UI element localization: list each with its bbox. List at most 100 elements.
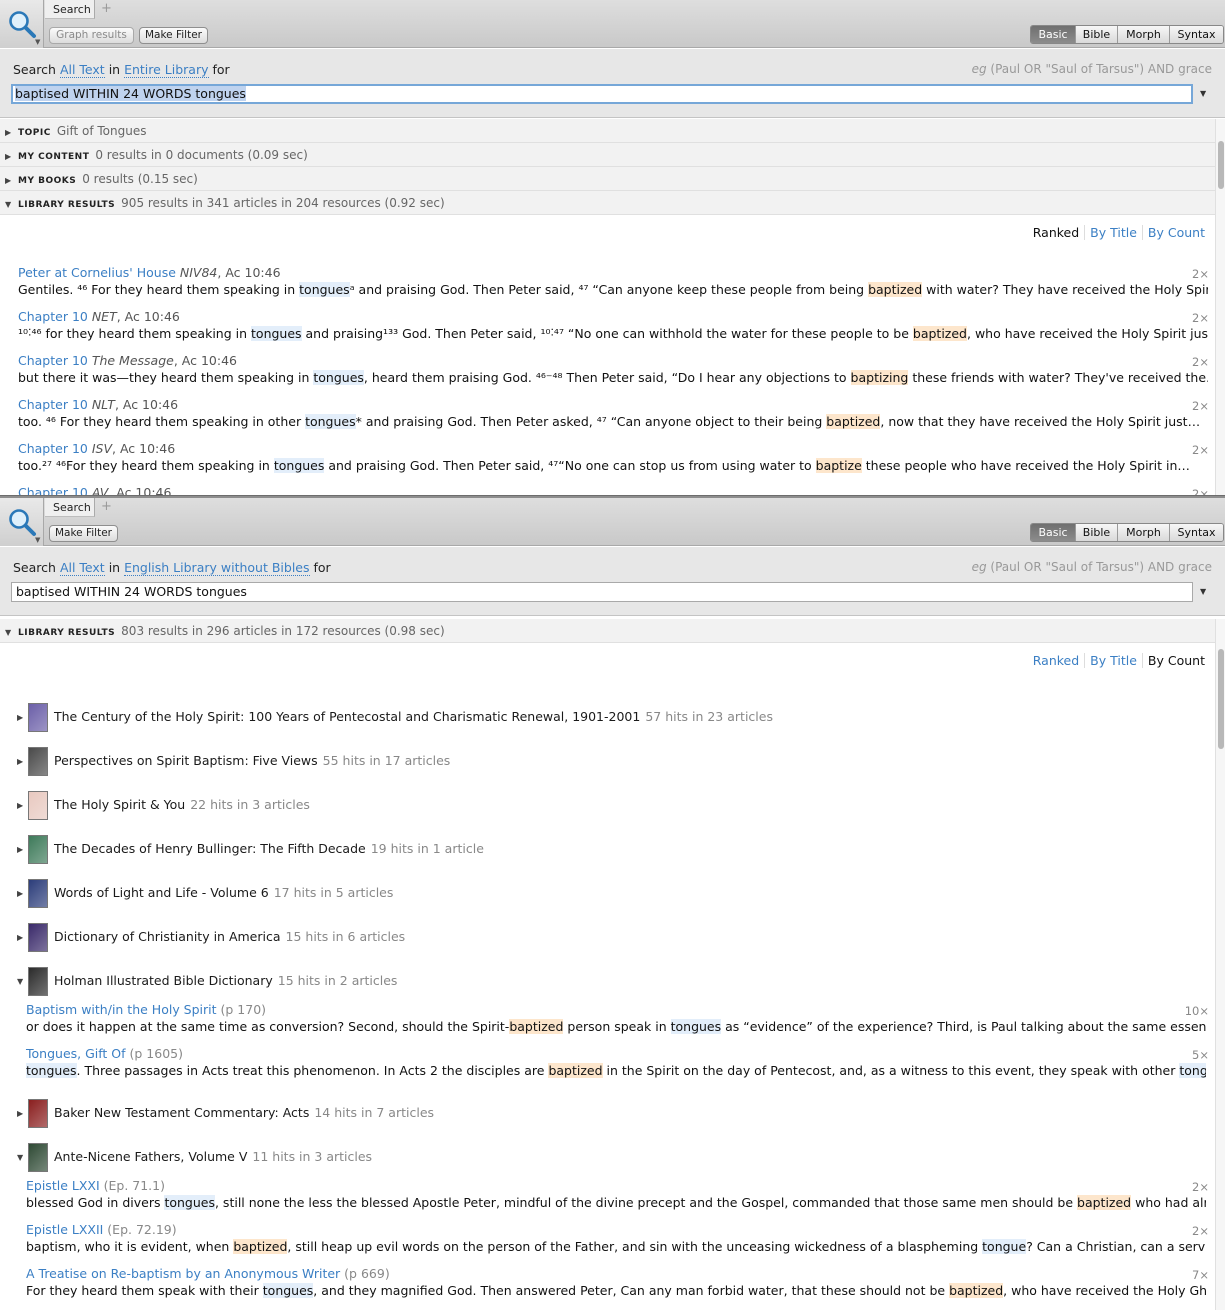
search-input[interactable]: baptised WITHIN 24 WORDS tongues (11, 84, 1193, 104)
result-item[interactable]: Chapter 10 NET, Ac 10:46 ¹⁰˸⁴⁶ for they h… (18, 309, 1208, 341)
book-title[interactable]: Ante-Nicene Fathers, Volume V (54, 1149, 247, 1164)
tab-search[interactable]: Search (45, 498, 95, 517)
article-title-text[interactable]: Epistle LXXI (26, 1178, 104, 1193)
result-item[interactable]: Chapter 10 NLT, Ac 10:46 too. ⁴⁶ For they… (18, 397, 1208, 429)
graph-results-button[interactable]: Graph results (49, 27, 134, 44)
make-filter-button[interactable]: Make Filter (49, 525, 118, 542)
disclosure-right-icon[interactable]: ▶ (17, 1099, 28, 1129)
book-title[interactable]: The Holy Spirit & You (54, 797, 185, 812)
article-title[interactable]: Epistle LXXI (Ep. 71.1) (26, 1178, 1206, 1193)
result-title[interactable]: Chapter 10 The Message, Ac 10:46 (18, 353, 1208, 368)
article-title[interactable]: Epistle LXXII (Ep. 72.19) (26, 1222, 1206, 1237)
scrollbar[interactable] (1215, 119, 1225, 495)
sort-by-title[interactable]: By Title (1084, 653, 1142, 668)
disclosure-down-icon[interactable]: ▼ (17, 967, 28, 997)
scope-selector[interactable]: All Text (59, 560, 105, 576)
mode-bible[interactable]: Bible (1075, 26, 1117, 43)
book-row[interactable]: ▶ Perspectives on Spirit Baptism: Five Vi… (17, 746, 450, 776)
tab-search[interactable]: Search (45, 0, 95, 19)
article-result[interactable]: Epistle LXXI (Ep. 71.1) blessed God in di… (26, 1178, 1206, 1210)
mode-basic[interactable]: Basic (1031, 26, 1075, 43)
book-title[interactable]: Perspectives on Spirit Baptism: Five Vie… (54, 753, 318, 768)
section-my-books[interactable]: ▶ MY BOOKS 0 results (0.15 sec) (0, 167, 1215, 191)
book-title[interactable]: Words of Light and Life - Volume 6 (54, 885, 269, 900)
sort-by-count[interactable]: By Count (1141, 225, 1210, 240)
article-result[interactable]: Baptism with/in the Holy Spirit (p 170) o… (26, 1002, 1206, 1034)
make-filter-button[interactable]: Make Filter (139, 27, 208, 44)
section-my-content[interactable]: ▶ MY CONTENT 0 results in 0 documents (0.0… (0, 143, 1215, 167)
section-library-results[interactable]: ▼ LIBRARY RESULTS 803 results in 296 artic… (0, 619, 1215, 643)
disclosure-right-icon[interactable]: ▶ (17, 703, 28, 733)
book-row[interactable]: ▼ Ante-Nicene Fathers, Volume V 11 hits in… (17, 1142, 372, 1172)
scrollbar[interactable] (1215, 619, 1225, 1310)
section-topic[interactable]: ▶ TOPIC Gift of Tongues (0, 119, 1215, 143)
article-title[interactable]: Tongues, Gift Of (p 1605) (26, 1046, 1206, 1061)
sort-by-title[interactable]: By Title (1084, 225, 1142, 240)
scrollbar-thumb[interactable] (1218, 649, 1224, 749)
disclosure-right-icon[interactable]: ▶ (17, 835, 28, 865)
result-title[interactable]: Peter at Cornelius' House NIV84, Ac 10:4… (18, 265, 1208, 280)
result-title-text[interactable]: Chapter 10 (18, 309, 92, 324)
result-item[interactable]: Chapter 10 The Message, Ac 10:46 but ther… (18, 353, 1208, 385)
book-hits: 11 hits in 3 articles (252, 1149, 373, 1164)
result-item[interactable]: Chapter 10 ISV, Ac 10:46 too.²⁷ ⁴⁶For the… (18, 441, 1208, 473)
book-row[interactable]: ▶ Dictionary of Christianity in America 15… (17, 922, 405, 952)
result-title-text[interactable]: Chapter 10 (18, 353, 92, 368)
disclosure-right-icon[interactable]: ▶ (17, 879, 28, 909)
result-title-text[interactable]: Chapter 10 (18, 397, 92, 412)
book-title[interactable]: Baker New Testament Commentary: Acts (54, 1105, 309, 1120)
sort-ranked[interactable]: Ranked (1028, 225, 1084, 240)
add-tab-button[interactable]: + (101, 499, 112, 514)
section-library-results[interactable]: ▼ LIBRARY RESULTS 905 results in 341 artic… (0, 191, 1215, 215)
result-title[interactable]: Chapter 10 ISV, Ac 10:46 (18, 441, 1208, 456)
book-title[interactable]: The Century of the Holy Spirit: 100 Year… (54, 709, 640, 724)
book-title[interactable]: The Decades of Henry Bullinger: The Fift… (54, 841, 366, 856)
book-row[interactable]: ▶ The Holy Spirit & You 22 hits in 3 artic… (17, 790, 310, 820)
disclosure-right-icon[interactable]: ▶ (17, 923, 28, 953)
result-item[interactable]: Peter at Cornelius' House NIV84, Ac 10:4… (18, 265, 1208, 297)
article-result[interactable]: Tongues, Gift Of (p 1605) tongues. Three … (26, 1046, 1206, 1078)
library-selector[interactable]: English Library without Bibles (124, 560, 310, 576)
article-title-text[interactable]: Epistle LXXII (26, 1222, 107, 1237)
article-title[interactable]: Baptism with/in the Holy Spirit (p 170) (26, 1002, 1206, 1017)
library-selector[interactable]: Entire Library (124, 62, 209, 78)
book-row[interactable]: ▶ Words of Light and Life - Volume 6 17 hi… (17, 878, 393, 908)
article-result[interactable]: A Treatise on Re-baptism by an Anonymous… (26, 1266, 1206, 1298)
mode-bible[interactable]: Bible (1075, 524, 1117, 541)
disclosure-right-icon[interactable]: ▶ (17, 791, 28, 821)
mode-morph[interactable]: Morph (1117, 524, 1169, 541)
book-title[interactable]: Dictionary of Christianity in America (54, 929, 281, 944)
book-row[interactable]: ▼ Holman Illustrated Bible Dictionary 15 h… (17, 966, 397, 996)
result-title-text[interactable]: Peter at Cornelius' House (18, 265, 180, 280)
history-dropdown-icon[interactable]: ▼ (1200, 587, 1206, 596)
book-hits: 57 hits in 23 articles (645, 709, 773, 724)
book-row[interactable]: ▶ Baker New Testament Commentary: Acts 14 … (17, 1098, 434, 1128)
sort-ranked[interactable]: Ranked (1028, 653, 1084, 668)
book-row[interactable]: ▶ The Decades of Henry Bullinger: The Fif… (17, 834, 484, 864)
disclosure-down-icon[interactable]: ▼ (17, 1143, 28, 1173)
disclosure-right-icon[interactable]: ▶ (17, 747, 28, 777)
scrollbar-thumb[interactable] (1218, 141, 1224, 189)
search-menu-button[interactable]: ▼ (0, 0, 44, 48)
result-title[interactable]: Chapter 10 NET, Ac 10:46 (18, 309, 1208, 324)
article-title-text[interactable]: Tongues, Gift Of (26, 1046, 130, 1061)
article-title-text[interactable]: Baptism with/in the Holy Spirit (26, 1002, 221, 1017)
mode-basic[interactable]: Basic (1031, 524, 1075, 541)
article-result[interactable]: Epistle LXXII (Ep. 72.19) baptism, who it… (26, 1222, 1206, 1254)
article-title[interactable]: A Treatise on Re-baptism by an Anonymous… (26, 1266, 1206, 1281)
result-title-text[interactable]: Chapter 10 (18, 441, 92, 456)
book-title[interactable]: Holman Illustrated Bible Dictionary (54, 973, 273, 988)
mode-morph[interactable]: Morph (1117, 26, 1169, 43)
article-title-text[interactable]: A Treatise on Re-baptism by an Anonymous… (26, 1266, 344, 1281)
result-title[interactable]: Chapter 10 NLT, Ac 10:46 (18, 397, 1208, 412)
add-tab-button[interactable]: + (101, 1, 112, 16)
mode-syntax[interactable]: Syntax (1169, 524, 1223, 541)
book-row[interactable]: ▶ The Century of the Holy Spirit: 100 Yea… (17, 702, 773, 732)
mode-syntax[interactable]: Syntax (1169, 26, 1223, 43)
scope-selector[interactable]: All Text (59, 62, 105, 78)
search-input[interactable]: baptised WITHIN 24 WORDS tongues (11, 582, 1193, 602)
history-dropdown-icon[interactable]: ▼ (1200, 89, 1206, 98)
chevron-down-icon: ▼ (35, 38, 41, 46)
sort-by-count[interactable]: By Count (1141, 653, 1210, 668)
search-menu-button[interactable]: ▼ (0, 498, 44, 546)
